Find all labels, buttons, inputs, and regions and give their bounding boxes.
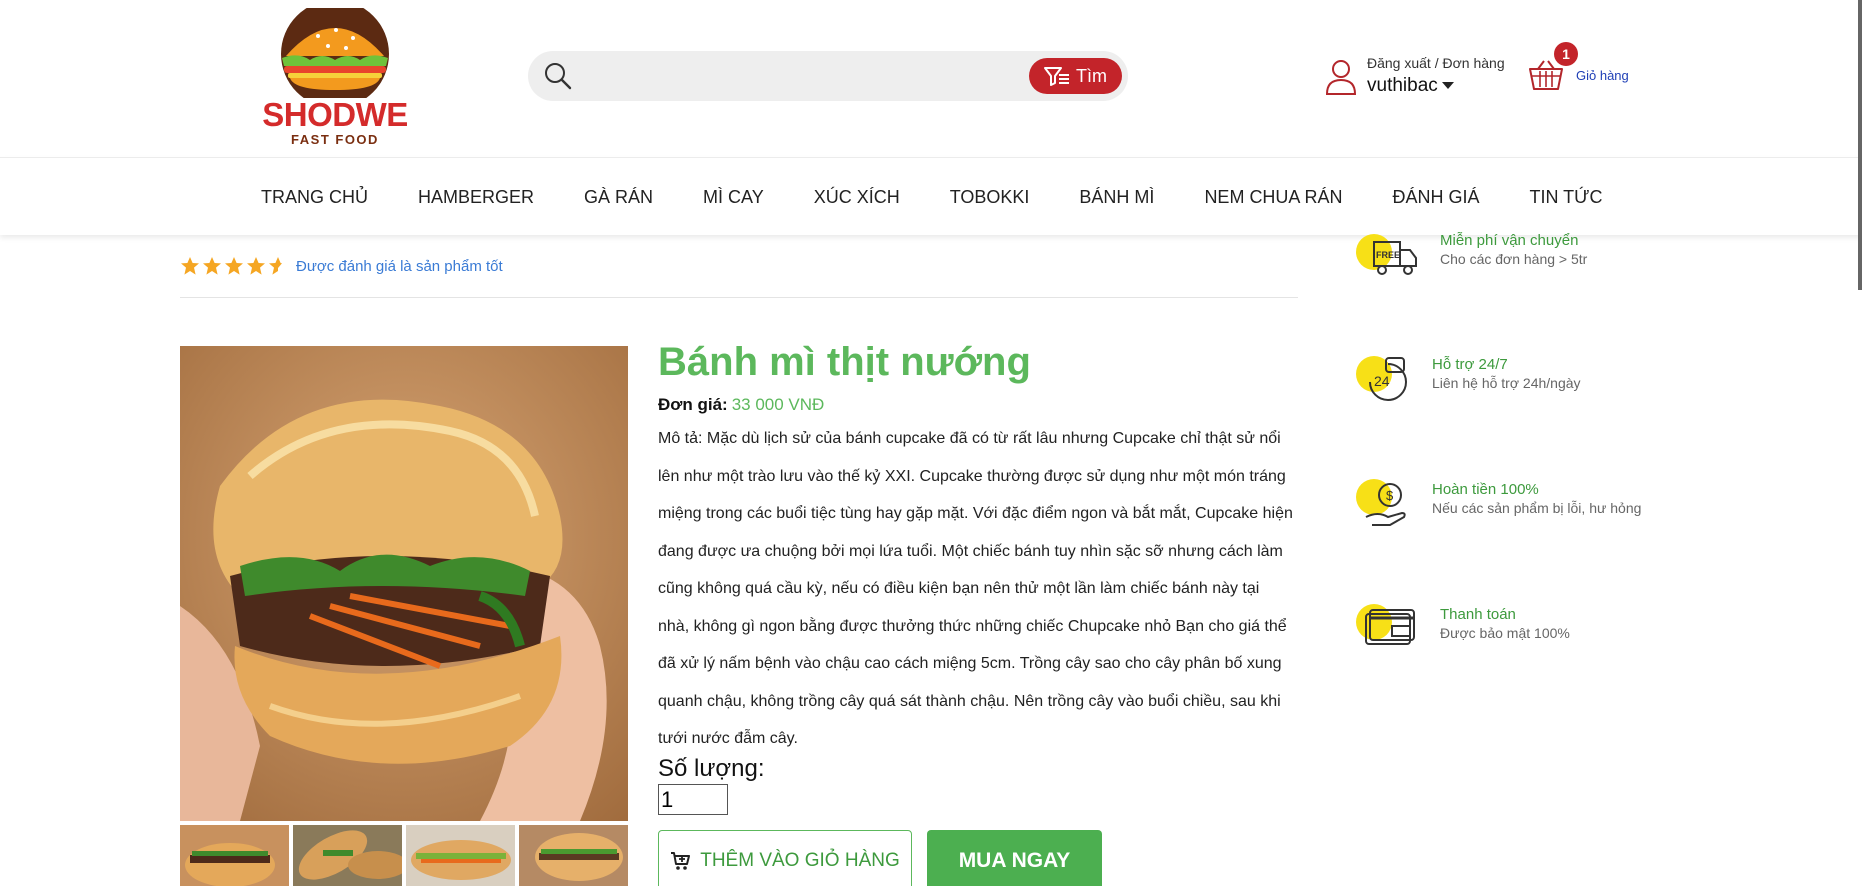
nav-item-sausage[interactable]: XÚC XÍCH — [814, 187, 900, 208]
feature-title: Thanh toán — [1440, 606, 1516, 623]
brand-tagline: FAST FOOD — [291, 132, 379, 147]
nav-item-spicy-noodles[interactable]: MÌ CAY — [703, 187, 764, 208]
add-to-cart-button[interactable]: THÊM VÀO GIỎ HÀNG — [658, 830, 912, 886]
cart-label[interactable]: Giỏ hàng — [1576, 68, 1629, 83]
product-rating: Được đánh giá là sản phẩm tốt — [180, 256, 503, 276]
nav-item-hamberger[interactable]: HAMBERGER — [418, 187, 534, 208]
search-bar: Tìm — [528, 51, 1128, 101]
buy-now-label: MUA NGAY — [958, 849, 1071, 872]
nav-item-tobokki[interactable]: TOBOKKI — [950, 187, 1030, 208]
add-to-cart-label: THÊM VÀO GIỎ HÀNG — [700, 850, 900, 871]
nav-item-reviews[interactable]: ĐÁNH GIÁ — [1392, 187, 1479, 208]
product-thumbnails — [180, 825, 628, 886]
quantity-input[interactable] — [658, 784, 728, 815]
feature-title: Hỗ trợ 24/7 — [1432, 356, 1508, 373]
svg-text:24: 24 — [1374, 373, 1390, 389]
search-input[interactable] — [586, 59, 986, 93]
search-button[interactable]: Tìm — [1029, 58, 1122, 94]
cart-basket-icon[interactable] — [1528, 59, 1564, 96]
nav-item-nem-chua-ran[interactable]: NEM CHUA RÁN — [1204, 187, 1342, 208]
cart-count-badge: 1 — [1554, 42, 1578, 66]
product-main-image[interactable] — [180, 346, 628, 821]
product-price: Đơn giá: 33 000 VNĐ — [658, 395, 824, 415]
star-half-icon — [269, 257, 282, 275]
product-description: Mô tả: Mặc dù lịch sử của bánh cupcake đ… — [658, 430, 1293, 747]
nav-item-home[interactable]: TRANG CHỦ — [261, 187, 368, 208]
cart-add-icon — [671, 852, 691, 870]
star-full-icon — [203, 257, 221, 275]
logout-orders-link[interactable]: Đăng xuất / Đơn hàng — [1367, 55, 1547, 71]
thumbnail-1[interactable] — [180, 825, 289, 886]
product-title: Bánh mì thịt nướng — [658, 340, 1031, 384]
thumbnail-4[interactable] — [519, 825, 628, 886]
price-label: Đơn giá: — [658, 395, 728, 414]
brand-logo[interactable]: SHODWE FAST FOOD — [258, 0, 412, 147]
buy-now-button[interactable]: MUA NGAY — [927, 830, 1102, 886]
thumbnail-2[interactable] — [293, 825, 402, 886]
main-nav: TRANG CHỦ HAMBERGER GÀ RÁN MÌ CAY XÚC XÍ… — [0, 157, 1862, 235]
user-icon[interactable] — [1325, 59, 1357, 100]
chevron-down-icon — [1441, 82, 1454, 90]
star-full-icon — [247, 257, 265, 275]
site-header: SHODWE FAST FOOD Tìm Đăng xuất / Đơn hàn… — [0, 0, 1862, 157]
feature-subtitle: Liên hệ hỗ trợ 24h/ngày — [1432, 375, 1581, 391]
account-username[interactable]: vuthibac — [1367, 75, 1454, 97]
star-full-icon — [225, 257, 243, 275]
feature-title: Miễn phí vận chuyển — [1440, 232, 1579, 249]
svg-text:$: $ — [1386, 488, 1394, 503]
feature-subtitle: Cho các đơn hàng > 5tr — [1440, 251, 1588, 267]
feature-subtitle: Được bảo mật 100% — [1440, 625, 1570, 641]
nav-item-banh-mi[interactable]: BÁNH MÌ — [1079, 187, 1154, 208]
rating-text: Được đánh giá là sản phẩm tốt — [296, 257, 503, 275]
burger-logo-icon — [281, 0, 389, 108]
search-icon[interactable] — [544, 62, 572, 95]
divider — [180, 297, 1298, 298]
scrollbar[interactable] — [1858, 0, 1862, 290]
price-value: 33 000 VNĐ — [731, 395, 825, 414]
nav-item-fried-chicken[interactable]: GÀ RÁN — [584, 187, 653, 208]
brand-name: SHODWE — [262, 96, 408, 133]
quantity-label: Số lượng: — [658, 755, 765, 782]
search-button-label: Tìm — [1076, 65, 1107, 86]
svg-text:FREE: FREE — [1376, 250, 1400, 260]
star-full-icon — [181, 257, 199, 275]
nav-item-news[interactable]: TIN TỨC — [1529, 187, 1602, 208]
banh-mi-photo — [180, 346, 628, 821]
username-text: vuthibac — [1367, 75, 1438, 96]
feature-title: Hoàn tiền 100% — [1432, 481, 1539, 498]
feature-subtitle: Nếu các sản phẩm bị lỗi, hư hỏng — [1432, 500, 1642, 516]
money-back-icon: $ — [1356, 479, 1406, 526]
free-delivery-truck-icon: FREE — [1356, 234, 1417, 275]
thumbnail-3[interactable] — [406, 825, 515, 886]
support-24-7-icon: 24 — [1356, 356, 1407, 401]
filter-icon — [1044, 67, 1069, 86]
credit-card-icon — [1356, 604, 1415, 645]
